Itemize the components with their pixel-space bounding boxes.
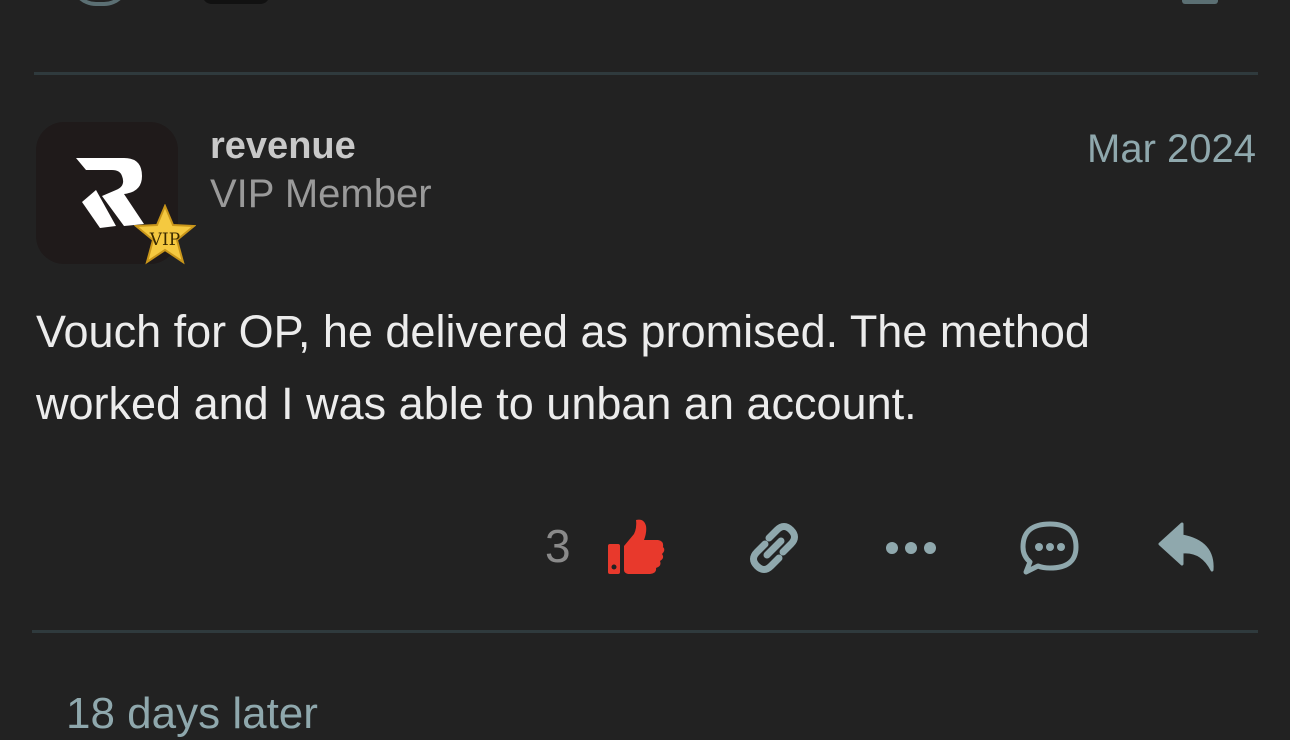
- link-icon: [750, 523, 798, 573]
- svg-text:VIP: VIP: [149, 230, 180, 250]
- like-count[interactable]: 3: [545, 518, 571, 574]
- copy-link-button[interactable]: [742, 516, 806, 580]
- like-button[interactable]: [604, 516, 668, 580]
- quote-button[interactable]: [1018, 516, 1082, 580]
- previous-post-icon: [70, 0, 130, 6]
- chat-bubble-icon: [1020, 521, 1079, 575]
- avatar[interactable]: VIP: [36, 122, 196, 265]
- reply-arrow-icon: [1158, 522, 1214, 572]
- time-gap-label: 18 days later: [66, 689, 318, 738]
- thumbs-up-icon: [608, 519, 665, 574]
- username[interactable]: revenue: [210, 124, 356, 168]
- user-title: VIP Member: [210, 172, 432, 216]
- previous-post-action-icon: [1182, 0, 1218, 4]
- post-date[interactable]: Mar 2024: [1087, 124, 1256, 174]
- post-divider-top: [34, 72, 1258, 75]
- reply-button[interactable]: [1156, 516, 1220, 580]
- ellipsis-icon: [886, 542, 936, 554]
- more-options-button[interactable]: [880, 516, 944, 580]
- vip-badge-icon: VIP: [134, 204, 196, 265]
- previous-post-avatar: [202, 0, 270, 4]
- post-divider-bottom: [32, 630, 1258, 633]
- post-body: Vouch for OP, he delivered as promised. …: [36, 306, 1090, 429]
